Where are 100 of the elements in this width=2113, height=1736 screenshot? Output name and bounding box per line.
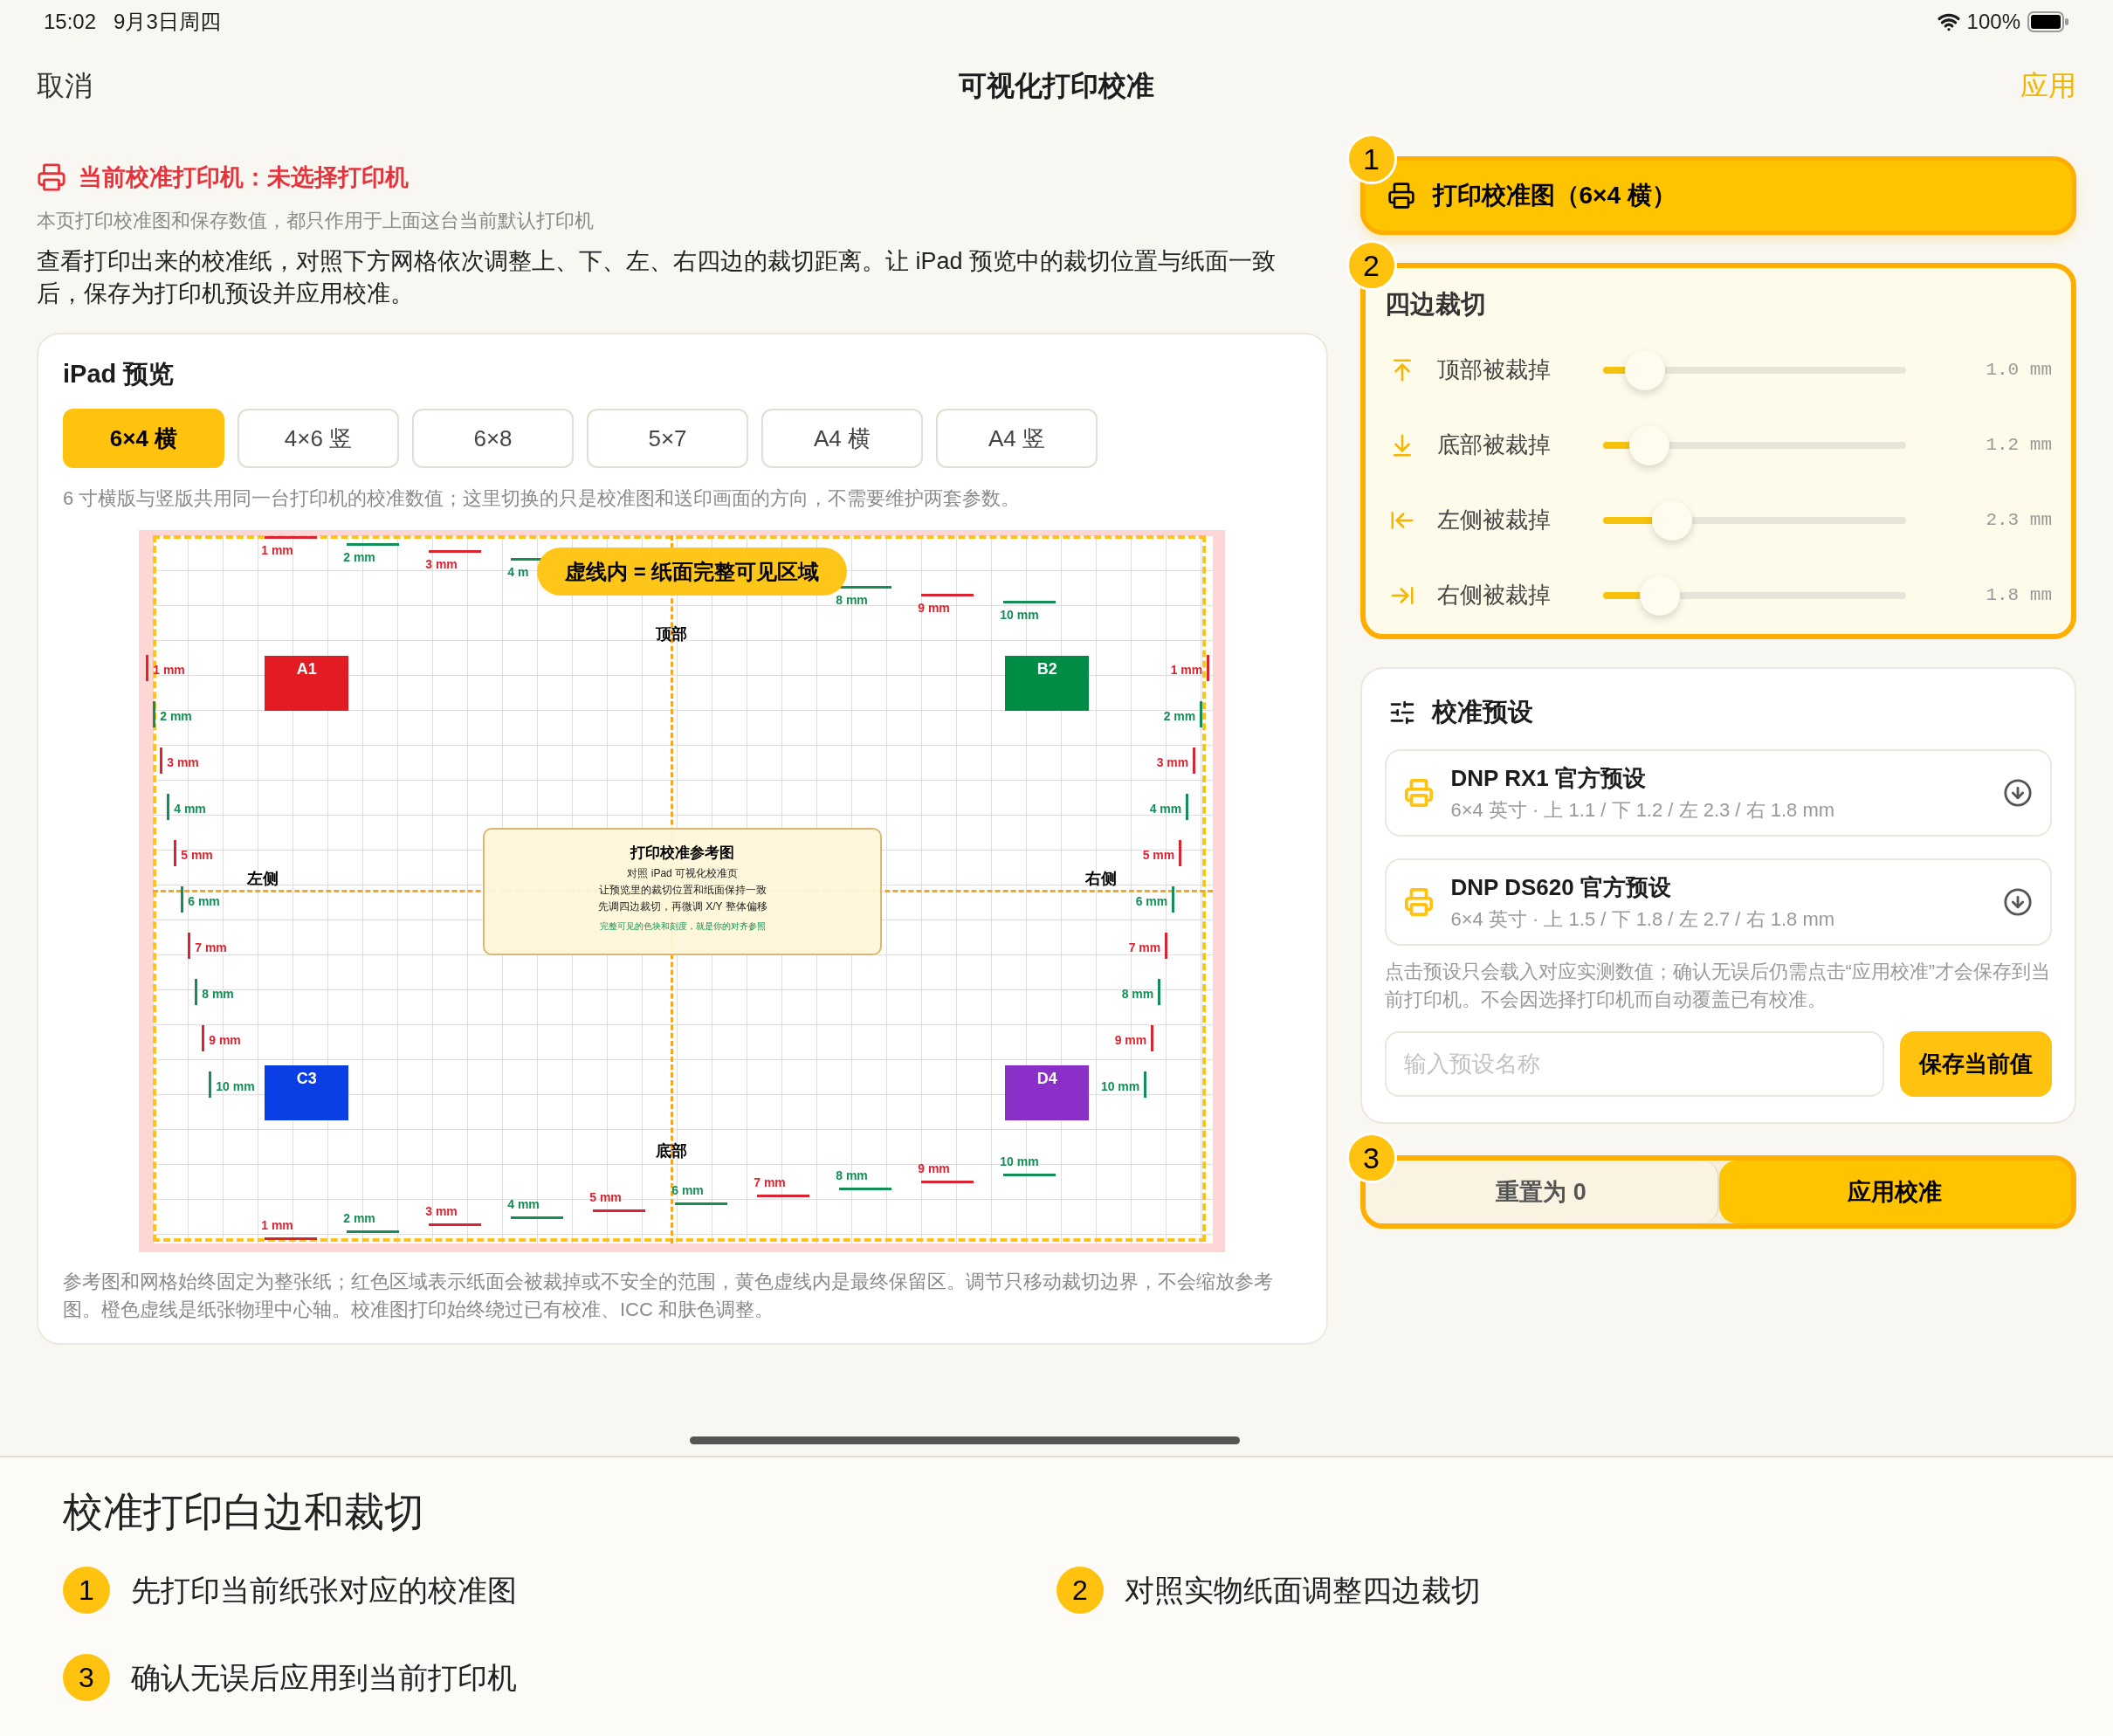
edge-label: 顶部	[656, 624, 688, 644]
scale-label: 4 mm	[1149, 801, 1182, 816]
scale-label: 2 mm	[160, 708, 192, 724]
color-block: A1	[265, 656, 349, 711]
crop-label: 右侧被裁掉	[1436, 581, 1552, 610]
printer-icon	[37, 162, 66, 193]
cancel-button[interactable]: 取消	[37, 64, 211, 107]
scale-label: 3 mm	[425, 556, 458, 574]
scale-label: 9 mm	[918, 1161, 950, 1178]
preset-name: DNP RX1 官方预设	[1450, 763, 1647, 793]
guide-step-text: 先打印当前纸张对应的校准图	[131, 1572, 517, 1609]
scale-label: 9 mm	[1114, 1032, 1147, 1048]
scale-label: 6 mm	[1135, 893, 1168, 909]
scale-label: 7 mm	[1128, 940, 1161, 955]
step-number: 1	[1346, 134, 1397, 184]
reference-title: 打印校准参考图	[630, 844, 735, 863]
preset-item[interactable]: DNP RX1 官方预设 6×4 英寸 · 上 1.1 / 下 1.2 / 左 2.3 / 右 1.8 mm	[1384, 748, 2052, 837]
printer-icon	[1403, 777, 1434, 808]
scale-label: 1 mm	[153, 662, 185, 678]
paper-size-tab[interactable]: A4 竖	[936, 409, 1098, 468]
status-time: 15:02	[44, 9, 97, 35]
save-preset-button[interactable]: 保存当前值	[1899, 1030, 2052, 1097]
scale-label: 4 m	[507, 563, 529, 581]
scale-label: 5 mm	[181, 847, 213, 863]
paper-size-tab[interactable]: 6×4 横	[63, 409, 224, 468]
scale-label: 3 mm	[167, 754, 199, 770]
scale-label: 3 mm	[425, 1202, 458, 1220]
current-printer-label: 当前校准打印机：未选择打印机	[79, 163, 409, 192]
battery-icon	[2027, 11, 2069, 32]
scale-label: 2 mm	[1163, 708, 1196, 724]
preview-title: iPad 预览	[63, 358, 176, 389]
scale-label: 7 mm	[195, 940, 227, 955]
scale-label: 10 mm	[216, 1078, 255, 1094]
scale-label: 4 mm	[507, 1195, 540, 1213]
presets-title: 校准预设	[1431, 697, 1533, 727]
scale-label: 8 mm	[202, 986, 234, 1002]
crop-label: 顶部被裁掉	[1436, 355, 1552, 384]
battery-percent: 100%	[1966, 9, 2020, 35]
scale-label: 1 mm	[261, 542, 293, 559]
scale-label: 2 mm	[343, 1209, 375, 1227]
slider-thumb[interactable]	[1640, 575, 1681, 616]
scale-label: 1 mm	[261, 1217, 293, 1234]
preset-name: DNP DS620 官方预设	[1450, 872, 1672, 902]
scale-label: 9 mm	[209, 1032, 241, 1048]
download-icon	[2003, 886, 2033, 917]
crop-reading: 1.8 mm	[1986, 583, 2052, 607]
chart-footnote: 参考图和网格始终固定为整张纸；红色区域表示纸面会被裁掉或不安全的范围，黄色虚线内是最终保留区。调节只移动裁切边界，不会缩放参考图。橙色虚线是纸张物理中心轴。校准图打印始终绕过已有校准、ICC 和肤色调整。	[63, 1270, 1274, 1322]
crop-label: 左侧被裁掉	[1436, 506, 1552, 534]
paper-size-tab[interactable]: 6×8	[412, 409, 574, 468]
crop-reading: 2.3 mm	[1986, 508, 2052, 532]
edge-label: 左侧	[247, 869, 279, 889]
scale-label: 6 mm	[188, 893, 220, 909]
scale-label: 1 mm	[1170, 662, 1203, 678]
color-block: B2	[1005, 656, 1090, 711]
reference-hint: 完整可见的色块和刻度，就是你的对齐参照	[599, 920, 766, 933]
page-title: 可视化打印校准	[959, 68, 1154, 103]
slider-thumb[interactable]	[1625, 349, 1666, 390]
download-icon	[2003, 777, 2033, 808]
reference-text: 让预览里的裁切位置和纸面保持一致	[598, 882, 767, 898]
crop-label: 底部被裁掉	[1436, 431, 1552, 459]
apply-calibration-button[interactable]: 应用校准	[1718, 1161, 2071, 1223]
reference-text: 先调四边裁切，再微调 X/Y 整体偏移	[597, 899, 767, 914]
scale-label: 9 mm	[918, 599, 950, 617]
preset-detail: 6×4 英寸 · 上 1.5 / 下 1.8 / 左 2.7 / 右 1.8 mm	[1450, 906, 1835, 932]
guide-step-number: 1	[63, 1567, 110, 1614]
scale-label: 10 mm	[1100, 1078, 1140, 1094]
scale-label: 4 mm	[174, 801, 206, 816]
safe-area-badge: 虚线内 = 纸面完整可见区域	[537, 548, 848, 596]
reference-text: 对照 iPad 可视化校准页	[627, 865, 739, 881]
step-number: 2	[1346, 240, 1397, 291]
guide-step-text: 对照实物纸面调整四边裁切	[1125, 1572, 1481, 1609]
paper-size-tab[interactable]: 5×7	[587, 409, 748, 468]
guide-title: 校准打印白边和裁切	[63, 1488, 425, 1536]
preset-name-field[interactable]: 输入预设名称	[1384, 1030, 1884, 1097]
paper-size-tab[interactable]: 4×6 竖	[237, 409, 399, 468]
scale-label: 10 mm	[1000, 606, 1039, 623]
paper-size-tab[interactable]: A4 横	[761, 409, 923, 468]
scale-label: 7 mm	[754, 1175, 786, 1192]
preset-item[interactable]: DNP DS620 官方预设 6×4 英寸 · 上 1.5 / 下 1.8 / 左 2.7 / 右 1.8 mm	[1384, 858, 2052, 946]
scale-label: 8 mm	[836, 1168, 868, 1185]
printer-icon	[1403, 886, 1434, 917]
color-block: D4	[1005, 1065, 1090, 1120]
scale-label: 10 mm	[1000, 1154, 1039, 1171]
printer-icon	[1387, 182, 1415, 210]
edge-label: 右侧	[1085, 869, 1118, 889]
presets-note: 点击预设只会载入对应实测数值；确认无误后仍需点击“应用校准”才会保存到当前打印机。不会因选择打印机而自动覆盖已有校准。	[1384, 959, 2052, 1012]
scale-label: 6 mm	[671, 1181, 704, 1199]
slider-thumb[interactable]	[1652, 499, 1693, 541]
guide-step-text: 确认无误后应用到当前打印机	[131, 1659, 517, 1696]
guide-step-number: 2	[1056, 1567, 1104, 1614]
slider-thumb[interactable]	[1629, 424, 1670, 465]
step-number: 3	[1346, 1133, 1397, 1183]
orientation-note: 6 寸横版与竖版共用同一台打印机的校准数值；这里切换的只是校准图和送印画面的方向，不需要维护两套参数。	[63, 486, 1022, 511]
crop-title: 四边裁切	[1384, 289, 1487, 320]
scale-label: 2 mm	[343, 549, 375, 567]
preset-detail: 6×4 英寸 · 上 1.1 / 下 1.2 / 左 2.3 / 右 1.8 mm	[1450, 797, 1835, 823]
guide-step-number: 3	[63, 1654, 110, 1701]
color-block: C3	[265, 1065, 349, 1120]
scale-label: 5 mm	[1142, 847, 1175, 863]
crop-reading: 1.0 mm	[1986, 358, 2052, 382]
